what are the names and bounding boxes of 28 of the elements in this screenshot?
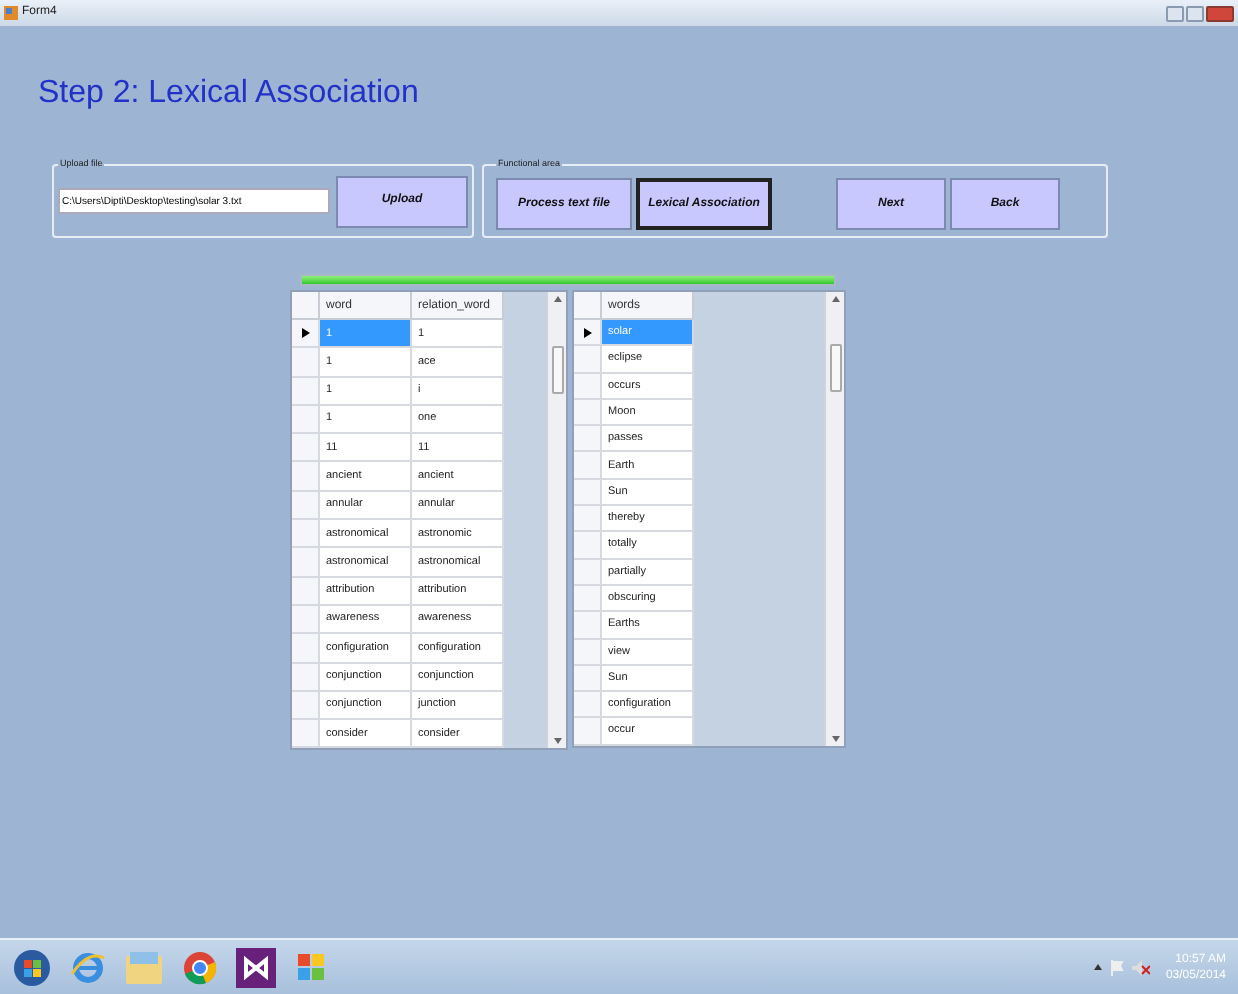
corner-header — [292, 292, 320, 320]
muted-speaker-icon[interactable] — [1131, 959, 1150, 975]
row-pointer-icon — [301, 328, 309, 339]
maximize-button[interactable] — [1186, 5, 1204, 21]
page-heading: Step 2: Lexical Association — [38, 74, 421, 114]
infinity-app-icon[interactable] — [236, 947, 276, 987]
row-header[interactable] — [574, 320, 602, 347]
browser-e-icon[interactable] — [70, 949, 106, 985]
scroll-down-icon[interactable] — [831, 735, 839, 742]
scroll-thumb[interactable] — [829, 344, 841, 393]
scrollbar[interactable] — [824, 292, 844, 746]
scroll-thumb[interactable] — [551, 346, 563, 395]
row-header[interactable] — [292, 320, 320, 349]
scroll-down-icon[interactable] — [553, 738, 561, 745]
scrollbar[interactable] — [546, 292, 566, 749]
windows-app-icon[interactable] — [294, 949, 330, 985]
scroll-up-icon[interactable] — [553, 296, 561, 302]
close-button[interactable] — [1206, 5, 1234, 21]
minimize-button[interactable] — [1166, 5, 1184, 21]
form-icon — [4, 6, 18, 20]
row-pointer-icon — [583, 327, 591, 338]
tray-arrow-icon[interactable] — [1093, 964, 1102, 970]
flag-icon[interactable] — [1109, 959, 1124, 975]
corner-header — [574, 292, 602, 320]
start-orb-icon[interactable] — [12, 947, 52, 987]
folder-icon[interactable] — [124, 949, 164, 985]
scroll-up-icon[interactable] — [831, 296, 839, 302]
chrome-icon[interactable] — [182, 949, 218, 985]
